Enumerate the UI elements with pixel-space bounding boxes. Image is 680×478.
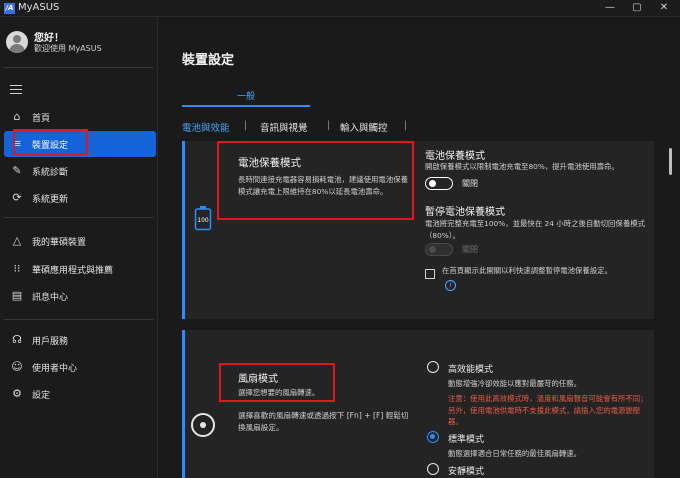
sidebar-item-my-devices[interactable]: △ 我的華碩裝置 <box>4 228 156 254</box>
fan-icon <box>191 413 215 437</box>
sidebar-item-label: 訊息中心 <box>32 293 69 303</box>
subtab-separator: | <box>404 120 408 131</box>
fan-mode-description: 選擇喜歡的風扇轉速或透過按下 [Fn] + [F] 輕鬆切換風扇設定。 <box>238 411 409 432</box>
subtab-audio-visual[interactable]: 音訊與視覺 <box>260 120 308 134</box>
sidebar-item-customer-service[interactable]: ☊ 用戶服務 <box>4 327 156 353</box>
standard-mode-label: 標準模式 <box>448 435 485 445</box>
sidebar-item-home[interactable]: ⌂ 首頁 <box>4 104 156 130</box>
subtab-input-touch[interactable]: 輸入與觸控 <box>340 120 388 134</box>
radio-standard-mode[interactable] <box>427 431 439 443</box>
main-content: 裝置設定 一般 電池與效能 | 音訊與視覺 | 輸入與觸控 | 100 電池保養… <box>158 17 680 478</box>
sidebar: 您好！ 歡迎使用 MyASUS ⌂ 首頁 ≡ 裝置設定 ✎ 系統診斷 ⟳ 系統更… <box>0 17 158 478</box>
sidebar-item-label: 首頁 <box>32 114 51 124</box>
radio-quiet-mode[interactable] <box>427 463 439 475</box>
wrench-icon: ✎ <box>12 164 22 177</box>
fan-mode-card: 風扇模式 選擇您想要的風扇轉速。 選擇喜歡的風扇轉速或透過按下 [Fn] + [… <box>182 330 654 478</box>
device-icon: △ <box>12 234 22 247</box>
sidebar-item-label: 我的華碩裝置 <box>32 238 87 248</box>
scrollbar-thumb[interactable] <box>669 148 672 175</box>
sidebar-item-label: 華碩應用程式與推薦 <box>32 266 114 276</box>
show-on-home-checkbox[interactable] <box>425 269 435 279</box>
subtab-separator: | <box>327 120 331 131</box>
headset-icon: ☊ <box>12 333 22 346</box>
battery-care-toggle-label: 關閉 <box>462 179 478 188</box>
performance-mode-warning: 注意：使用此高效模式時，溫度和風扇聲音可能會有所不同；另外，使用電池供電時不支援… <box>448 394 648 426</box>
battery-care-description: 開啟保養模式以限制電池充電至80%，提升電池使用壽命。 <box>425 162 619 171</box>
sidebar-item-user-center[interactable]: ☺ 使用者中心 <box>4 354 156 380</box>
pause-battery-care-description: 電池將完整充電至100%，並最快在 24 小時之後自動切回保養模式（80%）。 <box>425 219 646 240</box>
battery-care-title: 電池保養模式 <box>425 151 485 162</box>
quiet-mode-label: 安靜模式 <box>448 467 485 477</box>
sidebar-item-label: 設定 <box>32 391 51 401</box>
gear-icon: ⚙ <box>12 387 22 400</box>
standard-mode-description: 動態選擇適合日常任務的最佳風扇轉速。 <box>448 449 582 458</box>
apps-grid-icon: ⁝⁝ <box>13 262 21 275</box>
pause-battery-care-title: 暫停電池保養模式 <box>425 207 505 218</box>
performance-mode-description: 動態增強冷卻效能以應對最嚴苛的任務。 <box>448 379 582 388</box>
sidebar-item-label: 系統診斷 <box>32 168 69 178</box>
info-icon[interactable]: i <box>445 280 456 291</box>
user-icon: ☺ <box>11 360 23 373</box>
pause-battery-care-toggle-label: 關閉 <box>462 245 478 254</box>
tab-general[interactable]: 一般 <box>182 89 310 102</box>
subtab-battery-performance[interactable]: 電池與效能 <box>182 120 230 134</box>
update-icon: ⟳ <box>12 191 22 204</box>
message-icon: ▤ <box>11 289 23 302</box>
close-button[interactable]: ✕ <box>652 0 676 16</box>
sidebar-divider <box>4 67 154 68</box>
user-welcome: 歡迎使用 MyASUS <box>34 44 102 53</box>
sidebar-item-settings[interactable]: ⚙ 設定 <box>4 381 156 407</box>
sidebar-item-label: 使用者中心 <box>32 364 78 374</box>
page-title: 裝置設定 <box>182 53 235 68</box>
highlight-box <box>217 141 414 220</box>
home-icon: ⌂ <box>13 110 21 123</box>
asus-logo-icon: /A <box>4 3 15 14</box>
subtab-separator: | <box>244 120 248 131</box>
app-title: MyASUS <box>18 2 60 13</box>
user-greeting: 您好！ <box>34 33 64 44</box>
pause-battery-care-toggle[interactable] <box>425 243 453 256</box>
sidebar-item-messages[interactable]: ▤ 訊息中心 <box>4 283 156 309</box>
sidebar-item-label: 系統更新 <box>32 195 69 205</box>
sidebar-item-label: 用戶服務 <box>32 337 69 347</box>
sidebar-item-apps[interactable]: ⁝⁝ 華碩應用程式與推薦 <box>4 256 156 282</box>
highlight-box <box>13 129 88 155</box>
avatar[interactable] <box>6 31 28 53</box>
show-on-home-label: 在首頁顯示此開關以利快速調整暫停電池保養設定。 <box>442 266 612 275</box>
sidebar-divider <box>4 217 154 218</box>
sidebar-item-diagnosis[interactable]: ✎ 系統診斷 <box>4 158 156 184</box>
title-bar: /A MyASUS — ▢ ✕ <box>0 0 680 17</box>
tab-general-underline <box>182 105 310 107</box>
battery-icon-label: 100 <box>197 217 209 224</box>
radio-performance-mode[interactable] <box>427 361 439 373</box>
battery-care-toggle[interactable] <box>425 177 453 190</box>
battery-care-card: 100 電池保養模式 長時間連接充電器容易損耗電池，建議使用電池保養模式讓充電上… <box>182 141 654 319</box>
hamburger-menu-icon[interactable] <box>10 85 22 95</box>
sidebar-item-system-update[interactable]: ⟳ 系統更新 <box>4 185 156 211</box>
maximize-button[interactable]: ▢ <box>625 0 649 16</box>
performance-mode-label: 高效能模式 <box>448 365 494 375</box>
minimize-button[interactable]: — <box>598 0 622 16</box>
sidebar-divider <box>4 319 154 320</box>
highlight-box <box>219 363 335 402</box>
